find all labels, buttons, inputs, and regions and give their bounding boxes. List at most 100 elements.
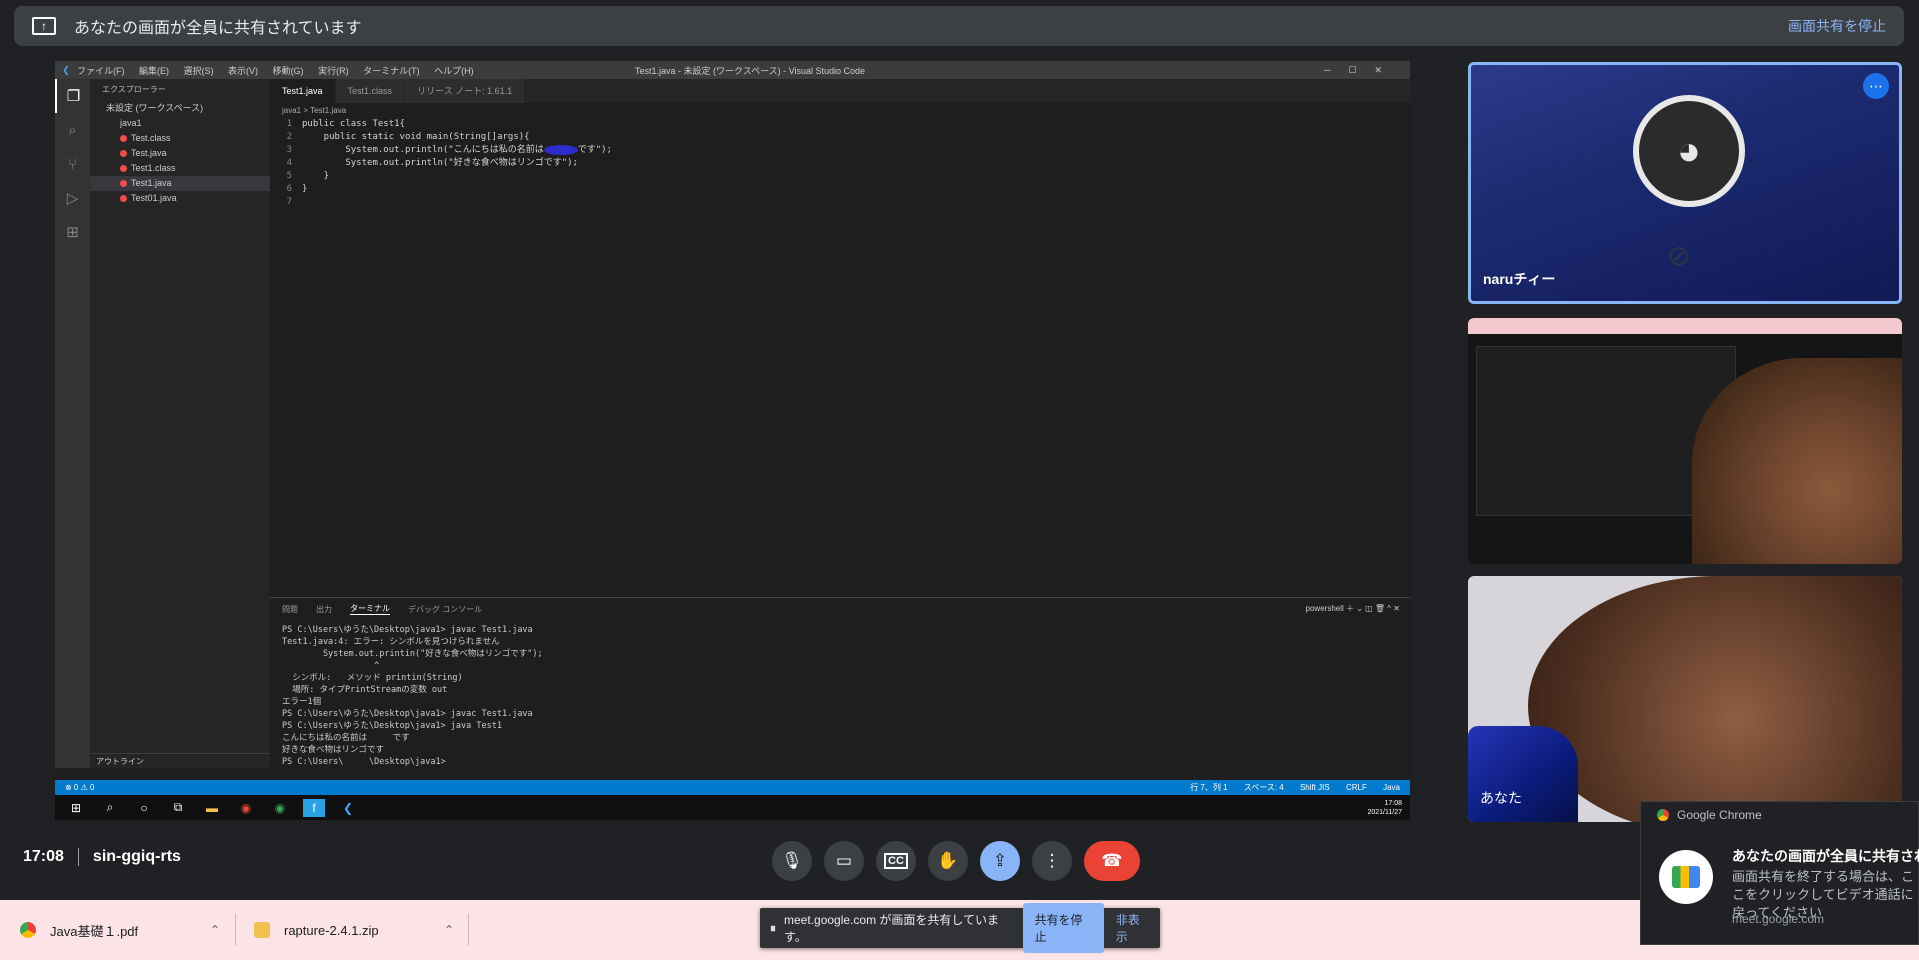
panel-toolbar[interactable]: powershell ＋ ⌄ ◫ 🗑 ^ ✕	[1306, 603, 1400, 614]
captions-icon: CC	[884, 853, 908, 869]
window-controls[interactable]: ─☐✕	[1324, 65, 1400, 76]
file-item-selected[interactable]: Test1.java	[90, 176, 270, 191]
search-icon[interactable]: ⌕	[55, 113, 90, 147]
terminal-output[interactable]: PS C:\Users\ゆうた\Desktop\java1> javac Tes…	[270, 620, 1410, 772]
source-control-icon[interactable]: ⑂	[55, 147, 90, 181]
notification-header: Google Chrome	[1641, 802, 1918, 828]
cortana-icon[interactable]: ○	[133, 799, 155, 817]
microphone-button[interactable]: 🎙	[772, 841, 812, 881]
folder-java1[interactable]: java1	[90, 116, 270, 131]
stop-sharing-link[interactable]: 画面共有を停止	[1788, 16, 1886, 36]
menu-file[interactable]: ファイル(F)	[77, 66, 125, 76]
tab-debug-console[interactable]: デバッグ コンソール	[408, 604, 482, 615]
line-ending[interactable]: CRLF	[1346, 783, 1367, 792]
code-editor[interactable]: 1 public class Test1{ 2 public static voi…	[270, 118, 1410, 597]
vscode-window-title: Test1.java - 未設定 (ワークスペース) - Visual Stud…	[635, 65, 866, 76]
present-button[interactable]: ⇪	[980, 841, 1020, 881]
file-icon	[120, 135, 127, 143]
chrome-icon[interactable]: ◉	[269, 799, 291, 817]
raise-hand-button[interactable]: ✋	[928, 841, 968, 881]
vscode-taskbar-icon[interactable]: ❮	[337, 799, 359, 817]
participant-tile-naru[interactable]: ◕ ⊘ naruチィー ⋯	[1468, 62, 1902, 304]
breadcrumb[interactable]: java1 > Test1.java	[270, 103, 346, 118]
tab-test1-class[interactable]: Test1.class	[335, 79, 406, 103]
menu-view[interactable]: 表示(V)	[228, 66, 258, 76]
explorer-icon[interactable]: ❐	[55, 79, 90, 113]
terminal-line: 好きな食べ物はリンゴです	[282, 745, 385, 755]
menu-run[interactable]: 実行(R)	[318, 66, 349, 76]
download-item-pdf[interactable]: Java基礎１.pdf ⌃	[20, 912, 220, 948]
participant-name: naruチィー	[1483, 271, 1556, 287]
tab-test1-java[interactable]: Test1.java	[270, 79, 336, 103]
divider	[235, 914, 236, 946]
outline-section[interactable]: アウトライン	[90, 753, 270, 768]
sharing-indicator-text: meet.google.com が画面を共有しています。	[784, 913, 1000, 944]
shell-selector[interactable]: powershell	[1306, 604, 1344, 613]
task-view-icon[interactable]: ⧉	[167, 799, 189, 817]
terminal-line: Test1.java:4: エラー: シンボルを見つけられません	[282, 637, 500, 647]
file-explorer-icon[interactable]: ▬	[201, 799, 223, 817]
chrome-icon	[1657, 809, 1669, 821]
stop-sharing-button[interactable]: 共有を停止	[1022, 903, 1104, 953]
file-item[interactable]: Test.java	[90, 146, 270, 161]
leave-call-button[interactable]: ☎	[1084, 841, 1140, 881]
chrome-file-icon	[20, 922, 36, 938]
terminal-line: 場所: タイプPrintStreamの変数 out	[282, 685, 448, 695]
terminal-line: ^	[282, 661, 380, 671]
menu-selection[interactable]: 選択(S)	[184, 66, 214, 76]
hide-button[interactable]: 非表示	[1116, 911, 1150, 945]
captions-button[interactable]: CC	[876, 841, 916, 881]
more-options-button[interactable]: ⋮	[1032, 841, 1072, 881]
explorer-title: エクスプローラー	[102, 85, 166, 94]
terminal-line: シンボル: メソッド printin(String)	[282, 673, 463, 683]
file-item[interactable]: Test.class	[90, 131, 270, 146]
code-line: public class Test1{	[302, 119, 405, 129]
zip-file-icon	[254, 922, 270, 938]
chrome-notification[interactable]: Google Chrome あなたの画面が全員に共有されています 画面共有を終了…	[1640, 801, 1919, 945]
code-line: public static void main(String[]args){	[302, 132, 530, 142]
menu-edit[interactable]: 編集(E)	[139, 66, 169, 76]
presentation-tile[interactable]	[1468, 318, 1902, 564]
chevron-up-icon[interactable]: ⌃	[210, 923, 220, 937]
code-line: System.out.println("好きな食べ物はリンゴです");	[302, 158, 578, 168]
app-f-icon[interactable]: f	[303, 798, 325, 817]
encoding[interactable]: Shift JIS	[1300, 783, 1330, 792]
tab-terminal[interactable]: ターミナル	[350, 603, 390, 615]
code-line: }	[302, 184, 308, 194]
search-icon[interactable]: ⌕	[99, 799, 121, 817]
taskbar-clock: 17:08 2021/11/27	[1367, 799, 1402, 816]
tab-problems[interactable]: 問題	[282, 604, 298, 615]
menu-help[interactable]: ヘルプ(H)	[434, 66, 474, 76]
indent-setting[interactable]: スペース: 4	[1244, 783, 1284, 792]
windows-start-icon[interactable]: ⊞	[65, 799, 87, 817]
file-icon	[120, 150, 127, 158]
problems-count[interactable]: ⊗ 0 ⚠ 0	[65, 783, 94, 792]
language-mode[interactable]: Java	[1383, 783, 1400, 792]
workspace-row[interactable]: 未設定 (ワークスペース)	[90, 101, 270, 116]
tab-output[interactable]: 出力	[316, 604, 332, 615]
meeting-code[interactable]: sin-ggiq-rts	[93, 848, 181, 866]
cursor-position[interactable]: 行 7、列 1	[1190, 783, 1227, 792]
chevron-up-icon[interactable]: ⌃	[444, 923, 454, 937]
run-debug-icon[interactable]: ▷	[55, 181, 90, 215]
more-options-icon[interactable]: ⋯	[1863, 73, 1889, 99]
file-icon	[120, 165, 127, 173]
file-item[interactable]: Test1.class	[90, 161, 270, 176]
menu-go[interactable]: 移動(G)	[273, 66, 304, 76]
status-bar: ⊗ 0 ⚠ 0 行 7、列 1 スペース: 4 Shift JIS CRLF J…	[55, 780, 1410, 795]
camera-icon: ▭	[835, 851, 853, 870]
menu-terminal[interactable]: ターミナル(T)	[363, 66, 420, 76]
chrome-app-icon[interactable]: ◉	[235, 799, 257, 817]
vscode-logo-icon: ❮	[62, 64, 70, 75]
notification-source: meet.google.com	[1732, 912, 1825, 926]
tab-release-notes[interactable]: リリース ノート: 1.61.1	[405, 79, 526, 103]
redaction-scribble	[543, 144, 578, 155]
camera-button[interactable]: ▭	[824, 841, 864, 881]
microphone-icon: 🎙	[781, 851, 803, 870]
download-filename: Java基礎１.pdf	[50, 923, 139, 939]
drag-handle-icon[interactable]: ⏸	[770, 921, 776, 936]
download-item-zip[interactable]: rapture-2.4.1.zip ⌃	[254, 912, 454, 948]
file-item[interactable]: Test01.java	[90, 191, 270, 206]
self-view-tile[interactable]: あなた	[1468, 576, 1902, 822]
extensions-icon[interactable]: ⊞	[55, 215, 90, 249]
